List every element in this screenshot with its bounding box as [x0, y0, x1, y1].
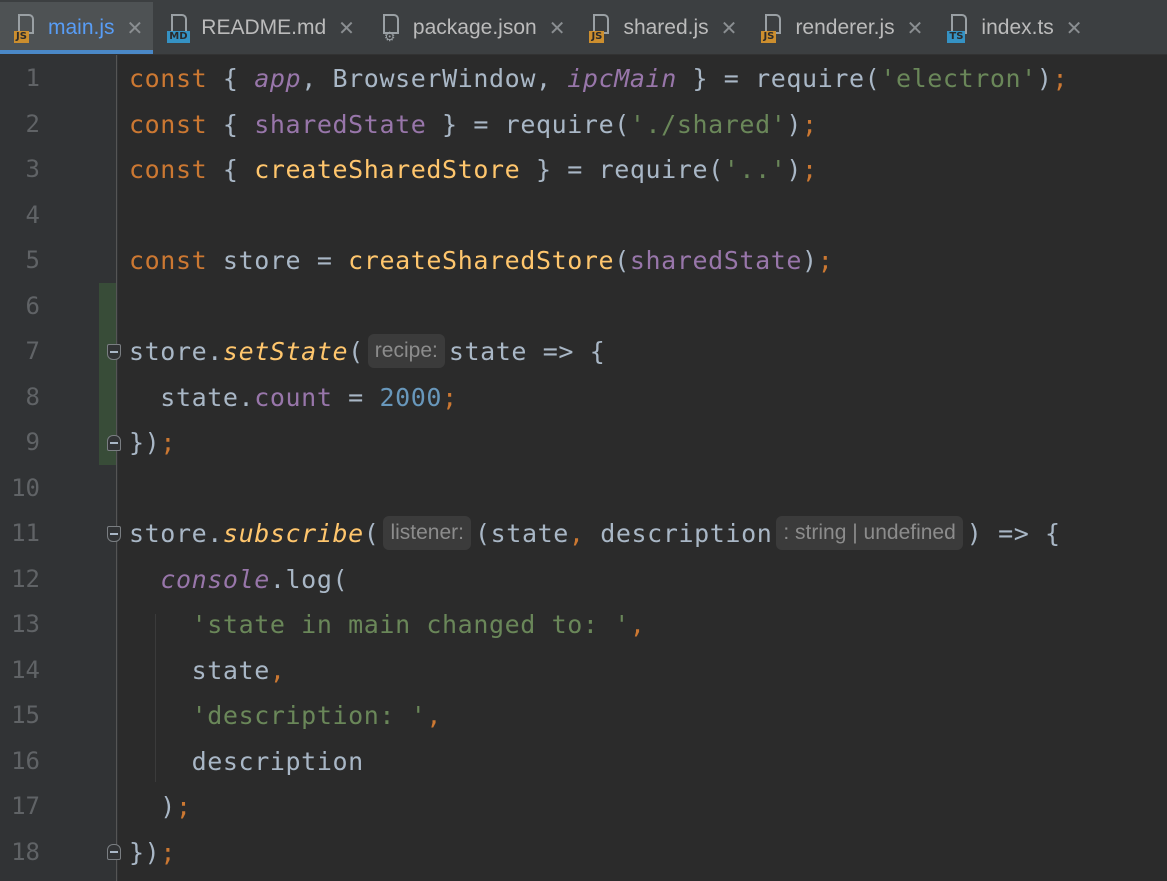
line-number: 12 — [11, 565, 40, 593]
code-line-17[interactable]: ); — [129, 784, 192, 830]
tab-label: shared.js — [623, 16, 709, 39]
tab-label: renderer.js — [795, 16, 895, 39]
code-line-13[interactable]: 'state in main changed to: ', — [129, 602, 646, 648]
line-number: 6 — [25, 292, 40, 320]
tab-shared-js[interactable]: JS shared.js ✕ — [575, 2, 747, 54]
close-icon[interactable]: ✕ — [1066, 16, 1083, 41]
fold-end-icon[interactable] — [107, 844, 121, 860]
tab-main-js[interactable]: JS main.js ✕ — [0, 2, 154, 54]
line-number: 2 — [25, 110, 40, 138]
close-icon[interactable]: ✕ — [907, 16, 924, 41]
line-number: 17 — [11, 792, 40, 820]
tab-label: README.md — [201, 16, 327, 39]
close-icon[interactable]: ✕ — [127, 16, 144, 41]
editor-tab-bar: JS main.js ✕ MD README.md ✕ ⚙ package.js… — [0, 0, 1167, 55]
line-number: 10 — [11, 474, 40, 502]
parameter-hint: recipe: — [367, 334, 445, 368]
code-line-12[interactable]: console.log( — [129, 557, 348, 603]
code-line-1[interactable]: const { app, BrowserWindow, ipcMain } = … — [129, 56, 1068, 102]
line-number: 15 — [11, 701, 40, 729]
code-line-7[interactable]: store.setState(recipe: state => { — [129, 329, 605, 375]
tab-label: main.js — [48, 16, 115, 39]
fold-collapse-icon[interactable] — [107, 526, 121, 542]
tab-package-json[interactable]: ⚙ package.json ✕ — [365, 2, 576, 54]
line-number: 5 — [25, 246, 40, 274]
type-hint: : string | undefined — [776, 516, 963, 550]
line-number: 1 — [25, 64, 40, 92]
close-icon[interactable]: ✕ — [721, 16, 738, 41]
tab-readme-md[interactable]: MD README.md ✕ — [153, 2, 365, 54]
line-number: 3 — [25, 155, 40, 183]
line-number: 11 — [11, 519, 40, 547]
tab-renderer-js[interactable]: JS renderer.js ✕ — [747, 2, 933, 54]
js-file-icon: JS — [589, 13, 615, 43]
line-number: 14 — [11, 656, 40, 684]
tab-label: package.json — [412, 16, 537, 39]
code-line-8[interactable]: state.count = 2000; — [129, 375, 458, 421]
code-line-14[interactable]: state, — [129, 648, 286, 694]
js-file-icon: JS — [761, 13, 787, 43]
json-file-icon: ⚙ — [379, 13, 405, 43]
line-number: 8 — [25, 383, 40, 411]
line-number: 9 — [25, 428, 40, 456]
ts-file-icon: TS — [947, 13, 973, 43]
line-number: 13 — [11, 610, 40, 638]
code-editor[interactable]: 1 2 3 4 5 6 7 8 9 10 11 12 13 14 15 16 1… — [0, 55, 1167, 881]
code-line-18[interactable]: }); — [129, 830, 176, 876]
fold-collapse-icon[interactable] — [107, 344, 121, 360]
code-line-3[interactable]: const { createSharedStore } = require('.… — [129, 147, 818, 193]
code-line-2[interactable]: const { sharedState } = require('./share… — [129, 102, 818, 148]
fold-end-icon[interactable] — [107, 435, 121, 451]
line-number: 16 — [11, 747, 40, 775]
tab-index-ts[interactable]: TS index.ts ✕ — [933, 2, 1092, 54]
js-file-icon: JS — [14, 13, 40, 43]
line-number: 7 — [25, 337, 40, 365]
code-line-5[interactable]: const store = createSharedStore(sharedSt… — [129, 238, 833, 284]
code-line-9[interactable]: }); — [129, 420, 176, 466]
close-icon[interactable]: ✕ — [549, 16, 566, 41]
markdown-file-icon: MD — [167, 13, 193, 43]
code-line-15[interactable]: 'description: ', — [129, 693, 442, 739]
code-line-11[interactable]: store.subscribe(listener: (state, descrip… — [129, 511, 1061, 557]
tab-label: index.ts — [981, 16, 1054, 39]
close-icon[interactable]: ✕ — [338, 16, 355, 41]
line-number: 18 — [11, 838, 40, 866]
line-number: 4 — [25, 201, 40, 229]
parameter-hint: listener: — [383, 516, 471, 550]
code-line-16[interactable]: description — [129, 739, 364, 785]
